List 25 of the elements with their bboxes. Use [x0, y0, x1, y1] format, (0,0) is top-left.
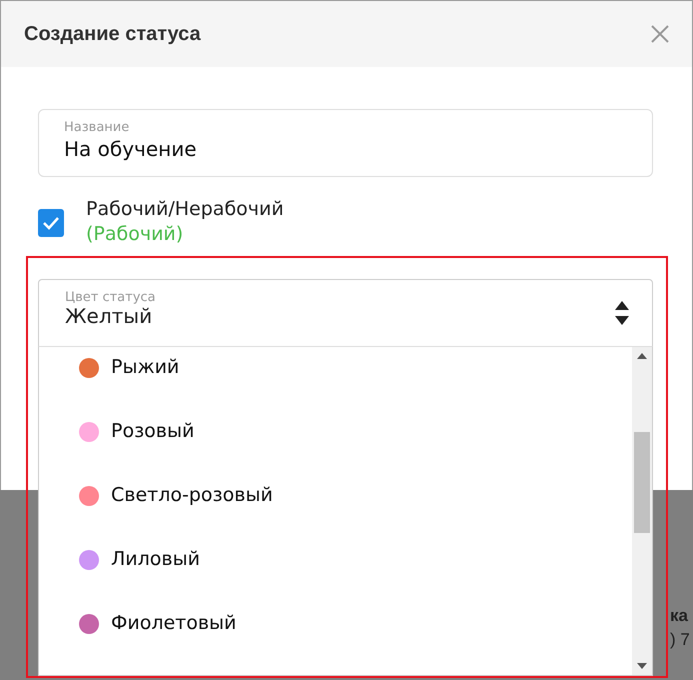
name-field[interactable]: Название На обучение [38, 109, 653, 177]
field-label: Название [64, 120, 130, 135]
close-icon [650, 24, 670, 44]
dropdown-option[interactable]: Рыжий [39, 355, 632, 419]
dialog-title: Создание статуса [24, 22, 201, 46]
dropdown-option[interactable]: Фиолетовый [39, 611, 632, 675]
color-select[interactable]: Цвет статуса Желтый [38, 279, 653, 347]
close-button[interactable] [650, 24, 670, 44]
scrollbar-thumb[interactable] [634, 432, 650, 533]
check-icon [42, 216, 60, 230]
scroll-up-icon[interactable] [637, 353, 647, 359]
dropdown-option[interactable]: Светло-розовый [39, 483, 632, 547]
scroll-down-icon[interactable] [637, 663, 647, 669]
checkbox-label: Рабочий/Нерабочий [86, 197, 284, 222]
name-input[interactable]: На обучение [64, 137, 627, 161]
select-label: Цвет статуса [65, 290, 156, 305]
dropdown-option[interactable]: Розовый [39, 419, 632, 483]
background-text: ) 7 [670, 629, 690, 651]
background-text: ка [670, 605, 688, 627]
status-text: (Рабочий) [86, 222, 184, 247]
sort-arrows-icon [614, 300, 630, 326]
scrollbar[interactable] [632, 347, 652, 675]
select-value: Желтый [65, 305, 154, 327]
checkbox[interactable] [38, 209, 64, 237]
dropdown-option[interactable]: Лиловый [39, 547, 632, 611]
